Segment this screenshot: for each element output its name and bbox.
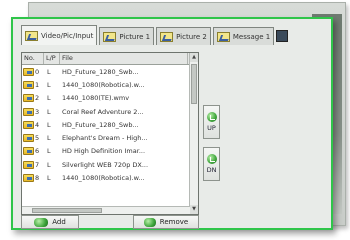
row-number: 0 [35,67,40,76]
row-number: 2 [35,94,40,103]
row-file: Coral Reef Adventure 2... [62,107,144,116]
row-lp: L [47,67,51,76]
scroll-thumb[interactable] [191,64,197,104]
scroll-up-arrow-icon[interactable]: ▲ [190,53,198,62]
video-file-icon [23,67,34,76]
row-number: 6 [35,147,40,156]
video-file-icon [23,147,34,156]
list-header: No. L/P File [22,53,198,65]
tab-message-1[interactable]: Message 1 [212,27,275,45]
video-file-icon [23,120,34,129]
video-file-icon [23,80,34,89]
row-lp: L [47,80,51,89]
file-list[interactable]: No. L/P File 0 L HD_Future_1280_Swb... 1… [21,52,199,215]
row-lp: L [47,134,51,143]
video-file-icon [23,134,34,143]
row-number: 7 [35,160,40,169]
row-file: HD_Future_1280_Swb... [62,67,139,76]
tab-label: Video/Pic/Input [41,31,94,40]
hscroll-thumb[interactable] [32,208,102,213]
row-number: 4 [35,120,40,129]
row-number: 1 [35,80,40,89]
list-item[interactable]: 6 L HD High Definition Imar... [22,145,190,158]
row-number: 3 [35,107,40,116]
vertical-scrollbar[interactable]: ▲ ▼ [189,53,198,214]
list-item[interactable]: 1 L 1440_1080(Robotica).w... [22,78,190,91]
scroll-down-arrow-icon[interactable]: ▼ [190,205,198,214]
tab-label: Message 1 [232,32,271,41]
tab-label: Picture 1 [119,32,151,41]
tab-picture-2[interactable]: Picture 2 [156,27,211,45]
column-header-no[interactable]: No. [22,53,44,64]
list-item[interactable]: 3 L Coral Reef Adventure 2... [22,105,190,118]
row-file: Silverlight WEB 720p DX... [62,160,149,169]
row-lp: L [47,94,51,103]
list-rows: 0 L HD_Future_1280_Swb... 1 L 1440_1080(… [22,65,190,185]
row-lp: L [47,147,51,156]
move-down-button[interactable]: DN [203,147,220,181]
video-file-icon [23,160,34,169]
list-item[interactable]: 7 L Silverlight WEB 720p DX... [22,158,190,171]
picture-icon [160,31,174,42]
video-file-icon [23,94,34,103]
remove-button[interactable]: Remove [133,215,199,229]
video-file-icon [23,174,34,183]
add-button[interactable]: Add [21,215,79,229]
down-arrow-icon [206,154,217,164]
column-header-file[interactable]: File [60,53,188,64]
row-number: 5 [35,134,40,143]
list-item[interactable]: 0 L HD_Future_1280_Swb... [22,65,190,78]
horizontal-scrollbar[interactable] [22,206,190,214]
list-item[interactable]: 4 L HD_Future_1280_Swb... [22,118,190,131]
list-item[interactable]: 8 L 1440_1080(Robotica).w... [22,171,190,184]
app-stage: Video/Pic/Input Picture 1 Picture 2 Mess… [0,0,350,240]
row-file: Elephant's Dream - High... [62,134,148,143]
column-header-lp[interactable]: L/P [44,53,60,64]
tab-bar: Video/Pic/Input Picture 1 Picture 2 Mess… [21,25,289,45]
tab-more-icon[interactable] [276,30,289,42]
video-file-icon [23,107,34,116]
playlist-panel: Video/Pic/Input Picture 1 Picture 2 Mess… [11,17,333,230]
tab-video-pic-input[interactable]: Video/Pic/Input [21,25,98,45]
row-file: 1440_1080(TE).wmv [62,94,130,103]
up-arrow-icon [206,112,217,122]
row-file: HD_Future_1280_Swb... [62,120,139,129]
move-down-label: DN [206,166,217,174]
picture-icon [216,31,230,42]
remove-label: Remove [159,218,189,226]
row-lp: L [47,120,51,129]
row-number: 8 [35,174,40,183]
tab-picture-1[interactable]: Picture 1 [99,27,155,45]
row-file: 1440_1080(Robotica).w... [62,80,145,89]
row-lp: L [47,174,51,183]
move-up-label: UP [207,124,216,132]
row-lp: L [47,107,51,116]
row-file: HD High Definition Imar... [62,147,146,156]
move-up-button[interactable]: UP [203,105,220,139]
add-icon [34,217,49,227]
remove-icon [143,217,156,227]
list-item[interactable]: 5 L Elephant's Dream - High... [22,131,190,144]
row-file: 1440_1080(Robotica).w... [62,174,145,183]
picture-icon [103,31,117,42]
row-lp: L [47,160,51,169]
add-label: Add [52,218,66,226]
list-item[interactable]: 2 L 1440_1080(TE).wmv [22,92,190,105]
tab-label: Picture 2 [176,32,207,41]
picture-icon [25,30,38,41]
